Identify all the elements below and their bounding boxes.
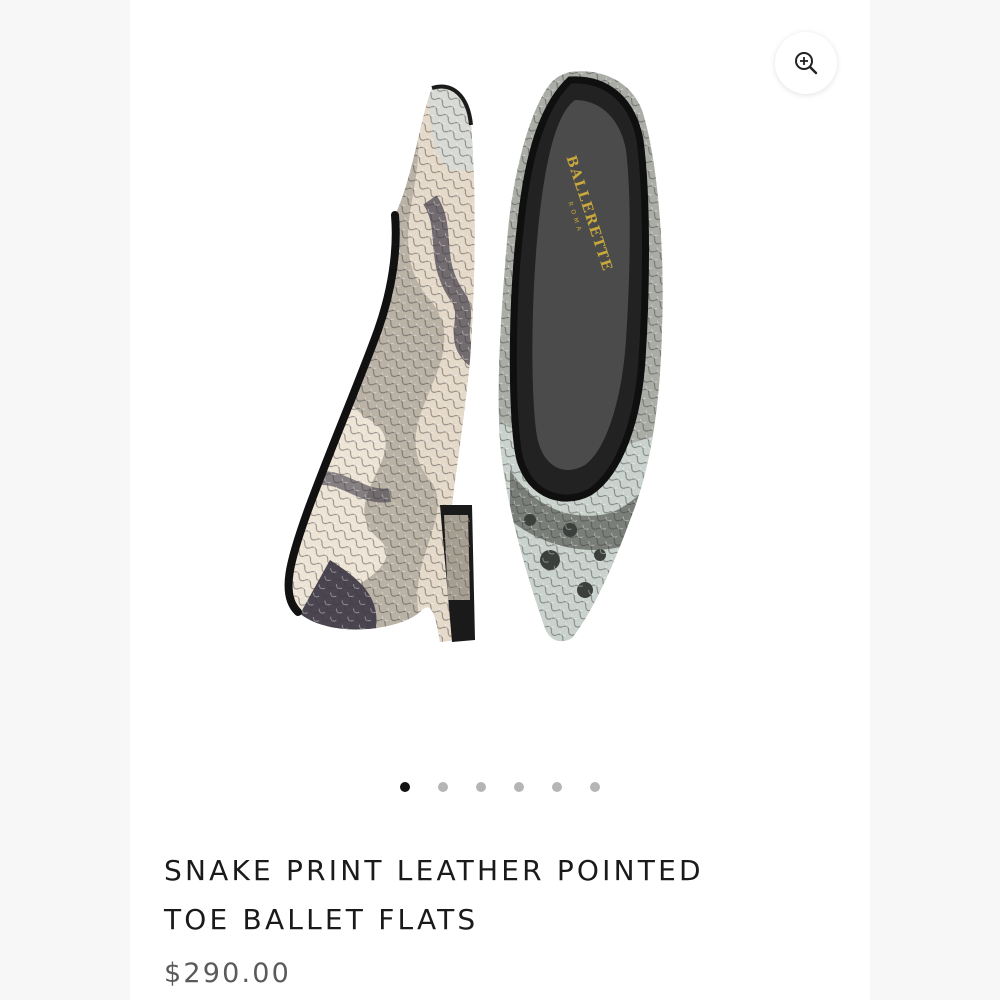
- product-title-line-2: TOE BALLET FLATS: [164, 903, 479, 936]
- zoom-in-icon: [795, 52, 818, 75]
- carousel-dot-3[interactable]: [476, 782, 486, 792]
- page: BALLERETTE ROMA SNAKE PRINT LEATHER POIN…: [0, 0, 1000, 1000]
- carousel-dot-2[interactable]: [438, 782, 448, 792]
- zoom-button[interactable]: [775, 32, 837, 94]
- carousel-dot-6[interactable]: [590, 782, 600, 792]
- carousel-dot-1[interactable]: [400, 782, 410, 792]
- product-price: $290.00: [164, 958, 292, 989]
- product-title: SNAKE PRINT LEATHER POINTED TOE BALLET F…: [164, 846, 844, 944]
- product-title-line-1: SNAKE PRINT LEATHER POINTED: [164, 854, 704, 887]
- carousel-dot-5[interactable]: [552, 782, 562, 792]
- carousel-dot-4[interactable]: [514, 782, 524, 792]
- product-image[interactable]: BALLERETTE ROMA: [130, 0, 870, 760]
- product-card: BALLERETTE ROMA SNAKE PRINT LEATHER POIN…: [130, 0, 870, 1000]
- carousel-dots: [130, 780, 870, 794]
- product-gallery[interactable]: BALLERETTE ROMA: [130, 0, 870, 760]
